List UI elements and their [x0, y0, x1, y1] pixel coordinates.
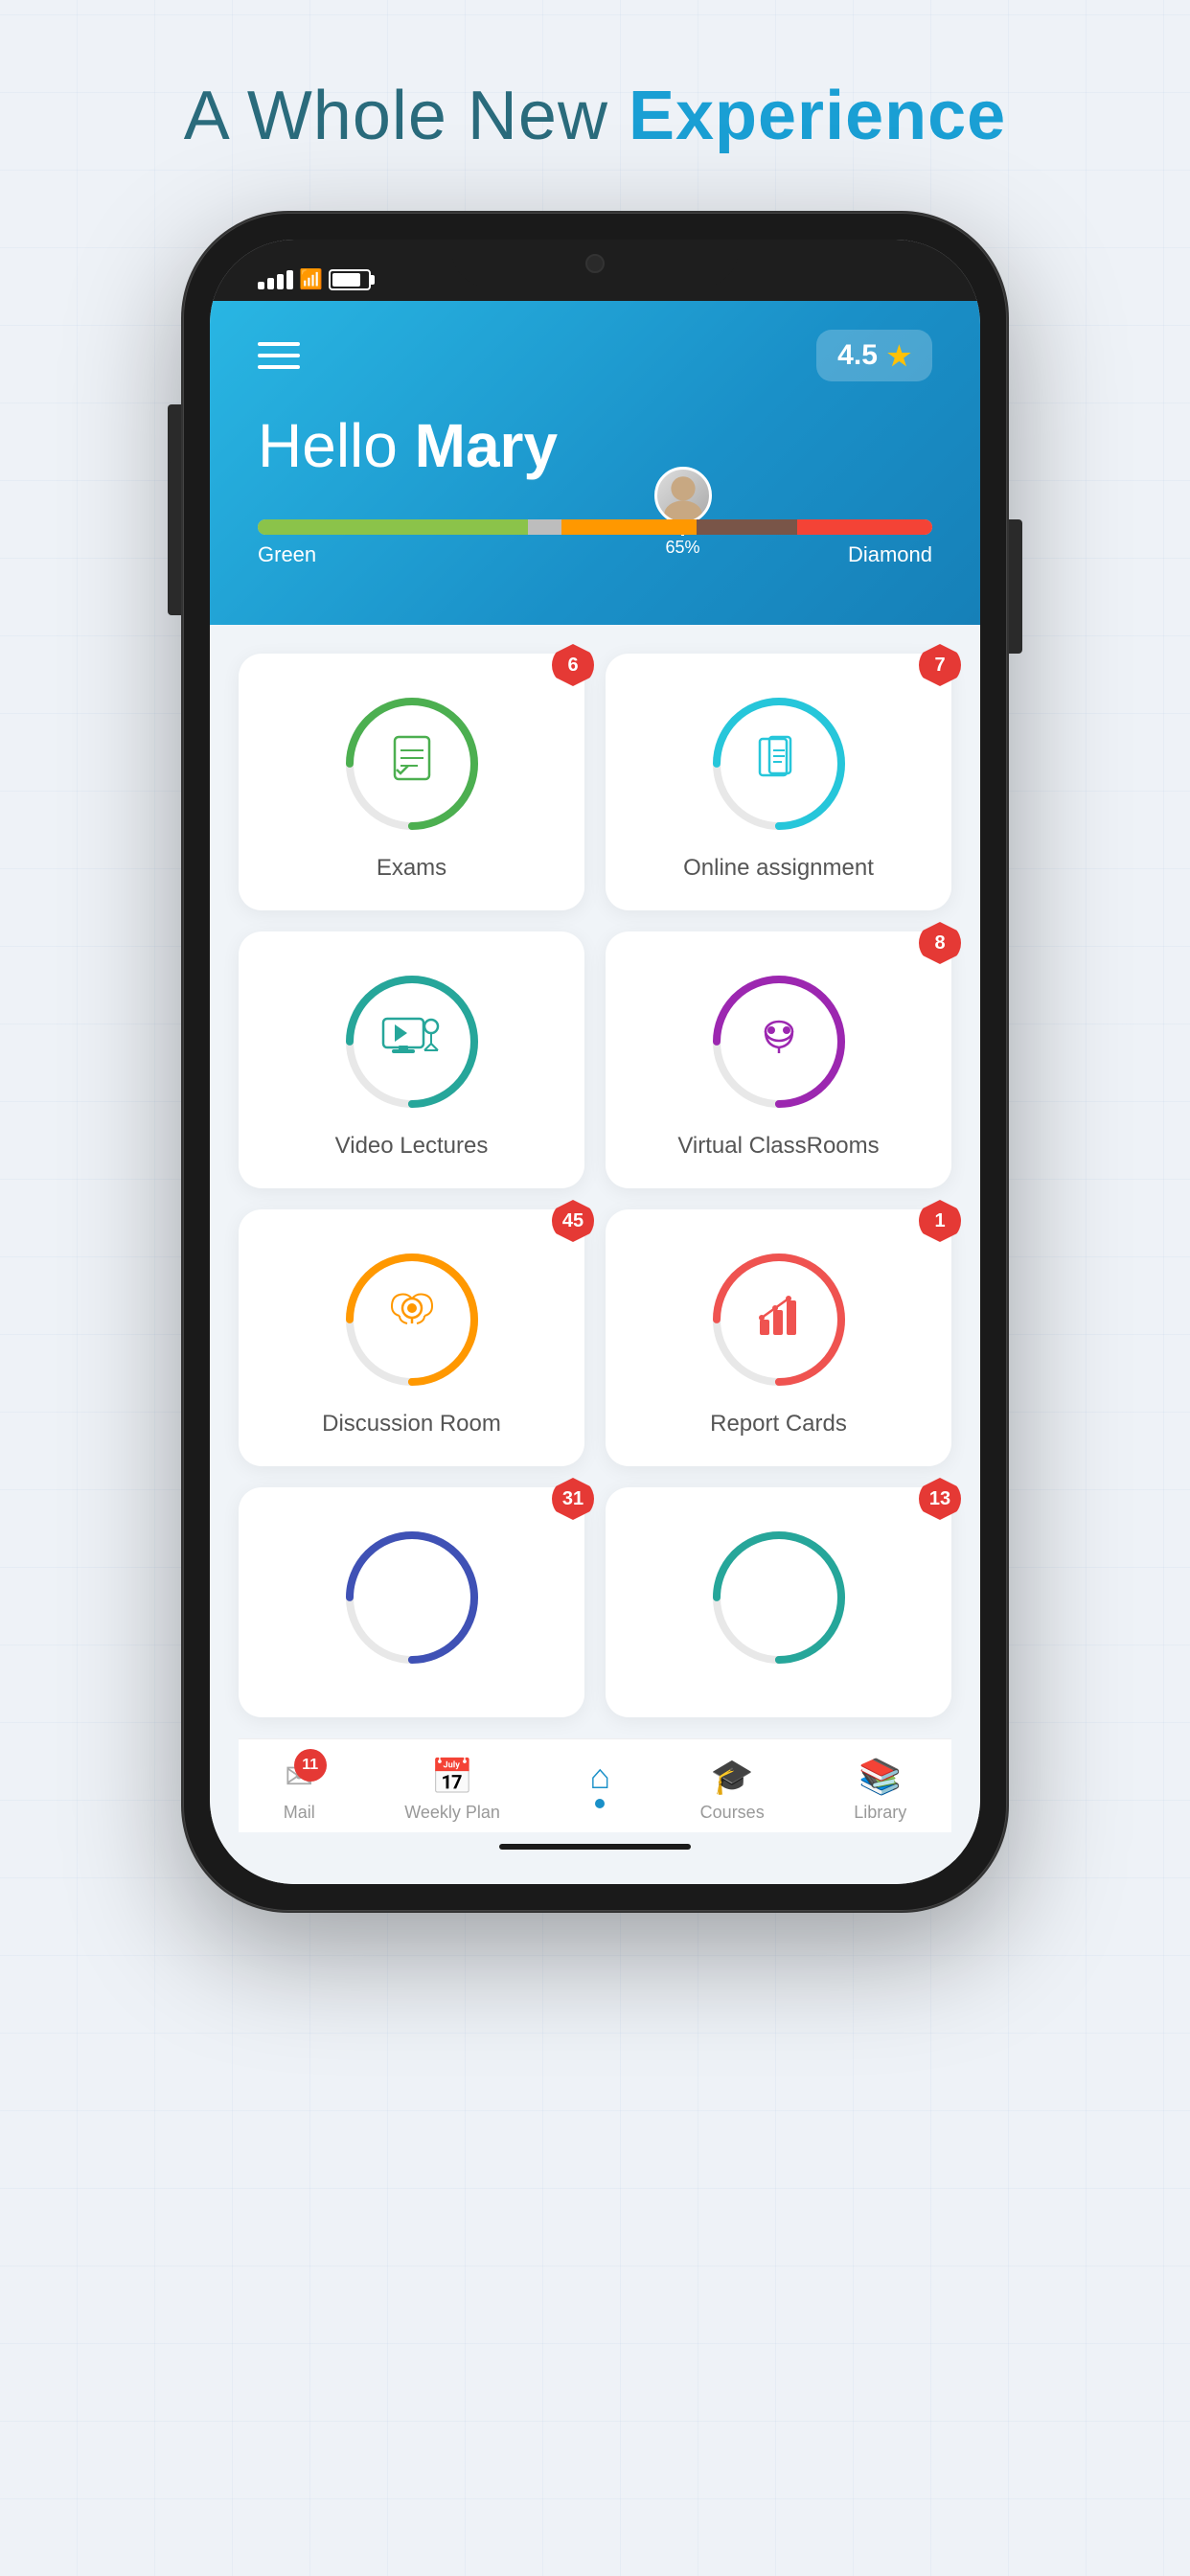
rating-badge: 4.5 ★ — [816, 330, 932, 381]
card-circle-item7 — [340, 1526, 484, 1669]
progress-labels: Green Diamond — [258, 542, 932, 567]
card-icon-exams — [383, 729, 441, 799]
nav-badge-mail: 11 — [294, 1749, 327, 1782]
card-badge-exams: 6 — [552, 644, 594, 686]
card-badge-item8: 13 — [919, 1478, 961, 1520]
progress-red — [797, 519, 932, 535]
card-item8[interactable]: 13 — [606, 1487, 951, 1717]
card-item7[interactable]: 31 — [239, 1487, 584, 1717]
card-video-lectures[interactable]: Video Lectures — [239, 932, 584, 1188]
cards-grid: 6 Exams 7 Online assignment — [239, 654, 951, 1717]
card-circle-video-lectures — [340, 970, 484, 1114]
nav-label-library: Library — [854, 1803, 906, 1823]
header-top: 4.5 ★ — [258, 330, 932, 381]
nav-item-weekly-plan[interactable]: 📅 Weekly Plan — [404, 1757, 500, 1823]
card-label-discussion-room: Discussion Room — [322, 1411, 501, 1438]
nav-item-home[interactable]: ⌂ — [589, 1757, 610, 1823]
battery-fill — [332, 273, 360, 287]
card-icon-report-cards — [750, 1285, 808, 1355]
app-header: 4.5 ★ Hello Mary 65% — [210, 301, 980, 625]
greeting: Hello Mary — [258, 410, 932, 481]
nav-item-courses[interactable]: 🎓 Courses — [700, 1757, 765, 1823]
progress-green — [258, 519, 528, 535]
nav-item-library[interactable]: 📚 Library — [854, 1757, 906, 1823]
progress-gray — [528, 519, 561, 535]
card-badge-virtual-classrooms: 8 — [919, 922, 961, 964]
card-badge-discussion-room: 45 — [552, 1200, 594, 1242]
progress-container: 65% Green Diamond — [258, 519, 932, 567]
rating-value: 4.5 — [837, 339, 878, 372]
card-icon-virtual-classrooms — [750, 1007, 808, 1077]
card-circle-exams — [340, 692, 484, 836]
star-icon: ★ — [887, 340, 911, 372]
card-circle-report-cards — [707, 1248, 851, 1392]
card-circle-discussion-room — [340, 1248, 484, 1392]
card-badge-item7: 31 — [552, 1478, 594, 1520]
card-label-video-lectures: Video Lectures — [335, 1133, 489, 1160]
card-report-cards[interactable]: 1 Report Cards — [606, 1209, 951, 1466]
card-badge-online-assignment: 7 — [919, 644, 961, 686]
hamburger-line-2 — [258, 354, 300, 357]
battery-icon — [329, 269, 371, 290]
progress-percent: 65% — [666, 538, 700, 558]
status-time: 📶 — [258, 267, 371, 291]
hamburger-line-3 — [258, 365, 300, 369]
card-icon-discussion-room — [378, 1285, 446, 1355]
card-icon-online-assignment — [750, 729, 808, 799]
page-title: A Whole New Experience — [184, 77, 1006, 155]
hamburger-line-1 — [258, 342, 300, 346]
greeting-normal: Hello — [258, 411, 415, 480]
phone-screen: 📶 4.5 ★ Hello Mary — [210, 240, 980, 1884]
page-title-bold: Experience — [629, 78, 1006, 154]
level-end: Diamond — [848, 542, 932, 567]
active-dot — [595, 1799, 605, 1808]
progress-brown — [697, 519, 798, 535]
home-indicator — [499, 1844, 691, 1850]
card-icon-video-lectures — [378, 1007, 446, 1077]
wifi-icon: 📶 — [299, 267, 323, 291]
signal-icon — [258, 270, 293, 289]
main-content: 6 Exams 7 Online assignment — [210, 625, 980, 1884]
signal-bar-4 — [286, 270, 293, 289]
nav-icon-home: ⌂ — [589, 1757, 610, 1797]
greeting-bold: Mary — [415, 411, 558, 480]
card-circle-virtual-classrooms — [707, 970, 851, 1114]
progress-orange — [561, 519, 697, 535]
nav-item-mail[interactable]: 11 ✉ Mail — [284, 1757, 315, 1823]
page-title-normal: A Whole New — [184, 78, 629, 154]
card-circle-online-assignment — [707, 692, 851, 836]
notch — [451, 240, 739, 288]
card-label-online-assignment: Online assignment — [683, 855, 874, 882]
card-online-assignment[interactable]: 7 Online assignment — [606, 654, 951, 910]
phone-frame: 📶 4.5 ★ Hello Mary — [183, 213, 1007, 1911]
card-label-exams: Exams — [377, 855, 446, 882]
nav-icon-weekly-plan: 📅 — [431, 1757, 474, 1797]
level-start: Green — [258, 542, 316, 567]
nav-label-weekly-plan: Weekly Plan — [404, 1803, 500, 1823]
bottom-nav: 11 ✉ Mail 📅 Weekly Plan ⌂ 🎓 Courses 📚 Li… — [239, 1738, 951, 1832]
signal-bar-3 — [277, 274, 284, 289]
card-discussion-room[interactable]: 45 Discussion Room — [239, 1209, 584, 1466]
signal-bar-2 — [267, 278, 274, 289]
menu-button[interactable] — [258, 342, 300, 369]
signal-bar-1 — [258, 282, 264, 289]
nav-label-courses: Courses — [700, 1803, 765, 1823]
nav-label-mail: Mail — [284, 1803, 315, 1823]
card-circle-item8 — [707, 1526, 851, 1669]
avatar — [654, 467, 712, 524]
card-label-report-cards: Report Cards — [710, 1411, 847, 1438]
nav-icon-library: 📚 — [858, 1757, 902, 1797]
card-virtual-classrooms[interactable]: 8 Virtual ClassRooms — [606, 932, 951, 1188]
card-badge-report-cards: 1 — [919, 1200, 961, 1242]
status-bar: 📶 — [210, 240, 980, 301]
card-exams[interactable]: 6 Exams — [239, 654, 584, 910]
progress-bar — [258, 519, 932, 535]
avatar-marker: 65% — [654, 467, 712, 558]
card-label-virtual-classrooms: Virtual ClassRooms — [677, 1133, 879, 1160]
nav-icon-courses: 🎓 — [711, 1757, 754, 1797]
camera — [585, 254, 605, 273]
